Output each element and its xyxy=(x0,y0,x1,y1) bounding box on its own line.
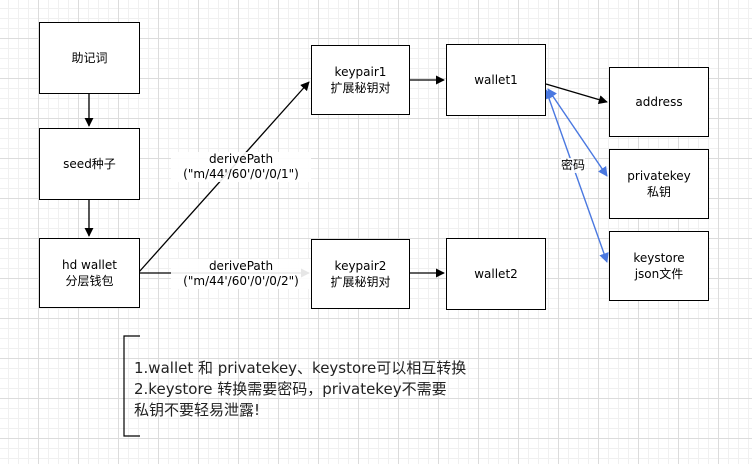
note-line-3: 私钥不要轻易泄露! xyxy=(134,401,261,419)
privatekey-node[interactable]: privatekey 私钥 xyxy=(609,149,709,219)
keypair1-label: keypair1 xyxy=(334,65,387,79)
privatekey-label: privatekey xyxy=(627,169,691,183)
wallet1-node[interactable]: wallet1 xyxy=(446,44,546,116)
keypair1-sublabel: 扩展秘钥对 xyxy=(330,81,391,95)
note-line-1: 1.wallet 和 privatekey、keystore可以相互转换 xyxy=(134,359,467,377)
privatekey-sublabel: 私钥 xyxy=(646,185,671,199)
wallet1-label: wallet1 xyxy=(474,73,518,87)
address-node[interactable]: address xyxy=(609,67,709,137)
keypair2-node[interactable]: keypair2 扩展秘钥对 xyxy=(311,239,410,309)
password-label: 密码 xyxy=(561,158,586,173)
seed-node[interactable]: seed种子 xyxy=(39,128,140,200)
note-line-2: 2.keystore 转换需要密码，privatekey不需要 xyxy=(134,380,447,398)
keypair1-node[interactable]: keypair1 扩展秘钥对 xyxy=(311,45,410,115)
address-label: address xyxy=(635,95,683,109)
mnemonic-label: 助记词 xyxy=(71,51,108,65)
derive-path-1-name: derivePath xyxy=(208,152,274,166)
seed-label: seed种子 xyxy=(63,157,116,171)
keystore-node[interactable]: keystore json文件 xyxy=(609,231,709,301)
derive-path-2-label: derivePath ("m/44'/60'/0'/0/2") xyxy=(171,259,311,289)
keystore-sublabel: json文件 xyxy=(634,267,684,281)
wallet2-node[interactable]: wallet2 xyxy=(446,238,546,310)
hd-wallet-sublabel: 分层钱包 xyxy=(65,274,114,288)
keypair2-sublabel: 扩展秘钥对 xyxy=(330,275,391,289)
derive-path-2-value: ("m/44'/60'/0'/0/2") xyxy=(183,274,299,288)
diagram-canvas: 助记词 seed种子 hd wallet 分层钱包 keypair1 扩展秘钥对… xyxy=(0,0,752,464)
mnemonic-node[interactable]: 助记词 xyxy=(39,22,140,94)
derive-path-1-label: derivePath ("m/44'/60'/0'/0/1") xyxy=(171,152,311,182)
derive-path-1-value: ("m/44'/60'/0'/0/1") xyxy=(183,167,299,181)
hd-wallet-label: hd wallet xyxy=(62,258,117,272)
keystore-label: keystore xyxy=(633,251,685,265)
note-text: 1.wallet 和 privatekey、keystore可以相互转换 2.k… xyxy=(134,358,466,421)
hd-wallet-node[interactable]: hd wallet 分层钱包 xyxy=(39,238,140,308)
wallet2-label: wallet2 xyxy=(474,267,518,281)
edge-wallet1-keystore xyxy=(544,89,609,263)
derive-path-2-name: derivePath xyxy=(208,259,274,273)
keypair2-label: keypair2 xyxy=(334,259,387,273)
